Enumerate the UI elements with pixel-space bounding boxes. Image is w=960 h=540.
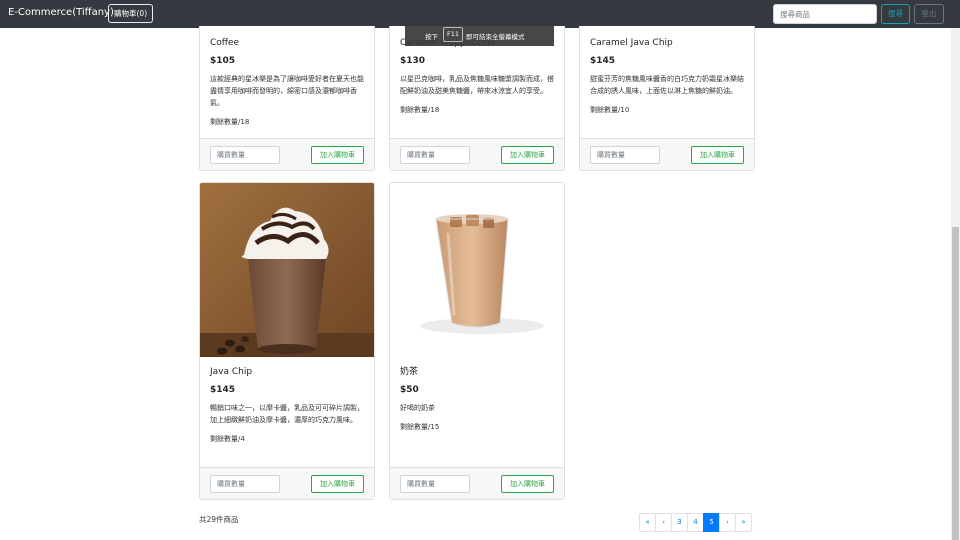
product-name: Coffee xyxy=(210,38,240,48)
page-scrollbar-thumb[interactable] xyxy=(952,227,959,540)
pagination-next-button[interactable]: › xyxy=(719,513,736,532)
iced-milk-tea-image xyxy=(390,183,564,357)
pagination-first-button[interactable]: « xyxy=(639,513,656,532)
product-name: Java Chip xyxy=(210,367,253,377)
product-price: $105 xyxy=(210,56,236,66)
product-price: $130 xyxy=(400,56,426,66)
product-card-body: Java Chip $145 暢銷口味之一，以摩卡醬，乳品及可可碎片調製，加上細… xyxy=(210,366,364,444)
quantity-input[interactable] xyxy=(590,146,660,164)
stock-value: 18 xyxy=(240,118,250,126)
product-stock: 剩餘數量/18 xyxy=(210,117,364,127)
brand-title[interactable]: E-Commerce(Tiffany) xyxy=(8,7,114,18)
iced-milk-tea-photo[interactable] xyxy=(390,183,564,357)
notice-suffix: 即可結束全螢幕模式 xyxy=(466,33,525,41)
quantity-input[interactable] xyxy=(400,146,470,164)
fullscreen-exit-notice: 按下 F11 即可結束全螢幕模式 xyxy=(405,24,554,46)
product-stock: 剩餘數量/10 xyxy=(590,105,744,115)
product-description: 甜蜜芬芳的焦糖風味醬香的白巧克力奶霜星冰樂結合成的誘人風味，上面佐以淋上焦糖的鮮… xyxy=(590,75,744,95)
product-stock: 剩餘數量/4 xyxy=(210,434,364,444)
f11-key-badge: F11 xyxy=(443,27,463,42)
product-card: 奶茶 $50 好喝的奶茶 剩餘數量/15 加入購物車 xyxy=(389,182,565,500)
product-card: Caramel Frappuccino $130 以星巴克咖啡，乳品及焦糖風味糖… xyxy=(389,26,565,171)
product-description: 好喝的奶茶 xyxy=(400,404,435,412)
product-card-body: 奶茶 $50 好喝的奶茶 剩餘數量/15 xyxy=(400,366,554,432)
search-input[interactable] xyxy=(773,4,877,24)
add-to-cart-button[interactable]: 加入購物車 xyxy=(311,475,364,493)
product-card: Coffee $105 這款經典的星冰樂是為了讓咖啡愛好者在夏天也能盡情享用咖啡… xyxy=(199,26,375,171)
stock-label: 剩餘數量/ xyxy=(210,118,241,126)
pagination-page-4[interactable]: 4 xyxy=(687,513,704,532)
product-name: 奶茶 xyxy=(400,367,419,377)
add-to-cart-button[interactable]: 加入購物車 xyxy=(311,146,364,164)
quantity-input[interactable] xyxy=(210,475,280,493)
java-chip-frappuccino-photo[interactable] xyxy=(200,183,374,357)
product-name: Caramel Java Chip xyxy=(590,38,673,48)
product-description: 暢銷口味之一，以摩卡醬，乳品及可可碎片調製，加上細緻鮮奶油及摩卡醬，濃厚的巧克力… xyxy=(210,404,364,424)
add-to-cart-button[interactable]: 加入購物車 xyxy=(691,146,744,164)
quantity-input[interactable] xyxy=(210,146,280,164)
cart-button[interactable]: 購物車(0) xyxy=(108,4,154,23)
product-card-footer: 加入購物車 xyxy=(580,138,754,170)
stock-value: 4 xyxy=(240,435,245,443)
product-card-body: Coffee $105 這款經典的星冰樂是為了讓咖啡愛好者在夏天也能盡情享用咖啡… xyxy=(210,37,364,127)
product-description: 以星巴克咖啡，乳品及焦糖風味糖漿調製而成，搭配鮮奶油及甜美焦糖醬，帶來冰涼宜人的… xyxy=(400,75,554,95)
stock-label: 剩餘數量/ xyxy=(400,106,431,114)
stock-label: 剩餘數量/ xyxy=(210,435,241,443)
product-card-footer: 加入購物車 xyxy=(200,138,374,170)
search-button[interactable]: 搜尋 xyxy=(881,4,910,24)
stock-value: 10 xyxy=(620,106,630,114)
product-price: $145 xyxy=(210,385,236,395)
logout-button[interactable]: 登出 xyxy=(914,4,944,24)
add-to-cart-button[interactable]: 加入購物車 xyxy=(501,475,554,493)
product-price: $145 xyxy=(590,56,616,66)
java-chip-frappuccino-image xyxy=(200,183,374,357)
product-card-footer: 加入購物車 xyxy=(200,467,374,499)
stock-value: 15 xyxy=(430,423,440,431)
stock-label: 剩餘數量/ xyxy=(590,106,621,114)
product-card-body: Caramel Frappuccino $130 以星巴克咖啡，乳品及焦糖風味糖… xyxy=(400,37,554,115)
product-card: Java Chip $145 暢銷口味之一，以摩卡醬，乳品及可可碎片調製，加上細… xyxy=(199,182,375,500)
pagination-page-3[interactable]: 3 xyxy=(671,513,688,532)
pagination-last-button[interactable]: » xyxy=(735,513,752,532)
stock-value: 18 xyxy=(430,106,440,114)
quantity-input[interactable] xyxy=(400,475,470,493)
pagination-page-5-current[interactable]: 5 xyxy=(703,513,720,532)
total-products-count: 共29件商品 xyxy=(199,515,239,524)
notice-prefix: 按下 xyxy=(425,33,438,41)
product-stock: 剩餘數量/18 xyxy=(400,105,554,115)
product-description: 這款經典的星冰樂是為了讓咖啡愛好者在夏天也能盡情享用咖啡而發明的，綿密口感及濃郁… xyxy=(210,75,364,107)
stock-label: 剩餘數量/ xyxy=(400,423,431,431)
pagination-prev-button[interactable]: ‹ xyxy=(655,513,672,532)
pagination: « ‹ 3 4 5 › » xyxy=(639,513,752,532)
add-to-cart-button[interactable]: 加入購物車 xyxy=(501,146,554,164)
product-price: $50 xyxy=(400,385,419,395)
product-card-footer: 加入購物車 xyxy=(390,467,564,499)
product-stock: 剩餘數量/15 xyxy=(400,422,554,432)
product-card: Caramel Java Chip $145 甜蜜芬芳的焦糖風味醬香的白巧克力奶… xyxy=(579,26,755,171)
product-card-body: Caramel Java Chip $145 甜蜜芬芳的焦糖風味醬香的白巧克力奶… xyxy=(590,37,744,115)
product-card-footer: 加入購物車 xyxy=(390,138,564,170)
